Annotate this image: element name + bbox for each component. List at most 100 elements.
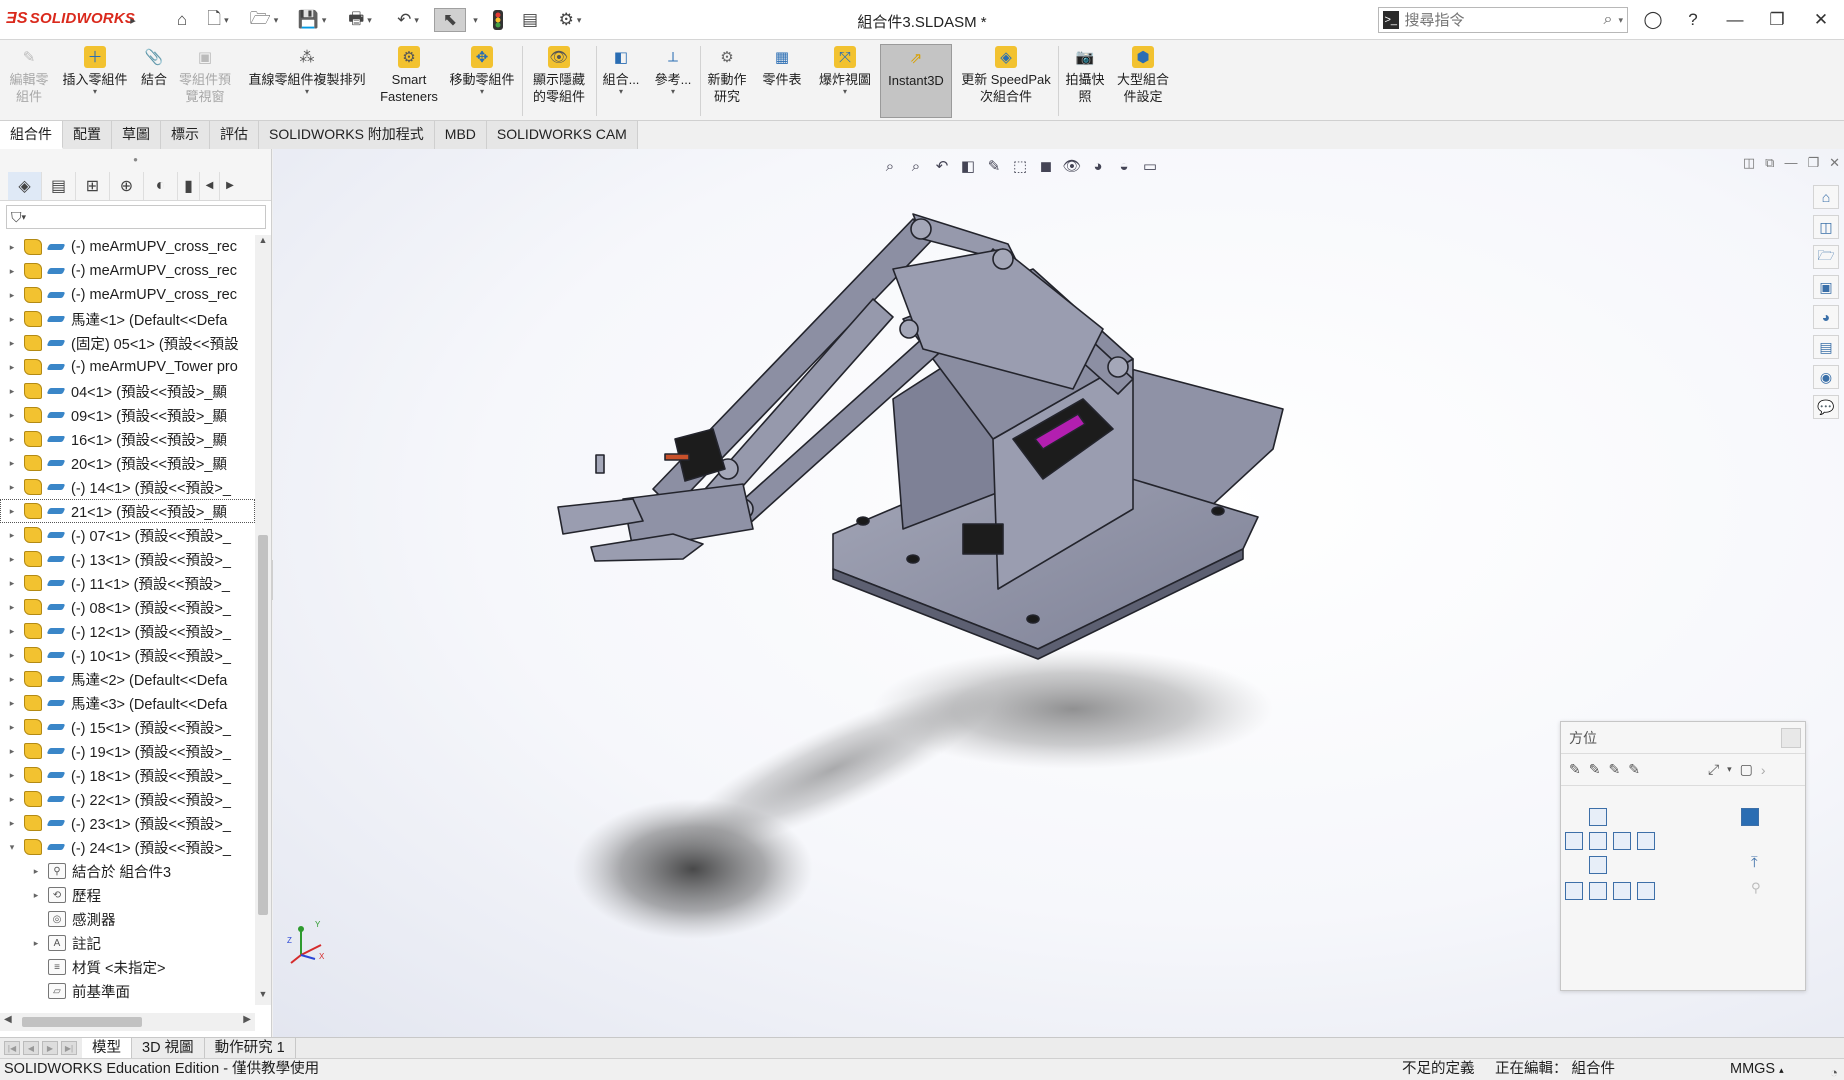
tree-component-row[interactable]: ▸ (-) 08<1> (預設<<預設>_ — [0, 595, 255, 619]
assembly-features-dropdown-icon[interactable]: ▾ — [619, 88, 623, 96]
select-dropdown-icon[interactable]: ▾ — [468, 8, 480, 32]
tree-node-row[interactable]: ≡ 材質 <未指定> — [0, 955, 255, 979]
expand-arrow-icon[interactable]: ▸ — [30, 866, 42, 877]
expand-arrow-icon[interactable]: ▸ — [6, 746, 18, 757]
tree-component-row[interactable]: ▸ 16<1> (預設<<預設>_顯 — [0, 427, 255, 451]
tree-node-row[interactable]: ▸ A 註記 — [0, 931, 255, 955]
expand-arrow-icon[interactable]: ▸ — [6, 458, 18, 469]
tree-component-row[interactable]: ▸ (-) 14<1> (預設<<預設>_ — [0, 475, 255, 499]
smart-fasteners-button[interactable]: ⚙ Smart Fasteners — [376, 44, 442, 118]
expand-arrow-icon[interactable]: › — [1761, 762, 1766, 778]
tree-node-row[interactable]: ▸ ⟲ 歷程 — [0, 883, 255, 907]
expand-arrow-icon[interactable]: ▸ — [6, 314, 18, 325]
expand-arrow-icon[interactable]: ▸ — [6, 266, 18, 277]
tab-evaluate[interactable]: 評估 — [210, 121, 259, 149]
tree-component-row[interactable]: ▸ (-) 10<1> (預設<<預設>_ — [0, 643, 255, 667]
file-properties-icon[interactable]: ▤ — [518, 8, 542, 32]
home-icon[interactable]: ⌂ — [168, 8, 196, 32]
expand-arrow-icon[interactable]: ▸ — [6, 602, 18, 613]
reference-geometry-button[interactable]: ⟂ 參考... ▾ — [650, 44, 696, 118]
chat-icon[interactable]: 💬 — [1813, 395, 1839, 419]
orientation-close-icon[interactable] — [1781, 728, 1801, 748]
tab-motion-study-1[interactable]: 動作研究 1 — [205, 1038, 296, 1058]
large-assembly-settings-button[interactable]: ⬢ 大型組合 件設定 — [1112, 44, 1174, 118]
new-document-button[interactable]: 🗋 ▾ — [200, 8, 236, 32]
assembly-features-button[interactable]: ◧ 組合... ▾ — [598, 44, 644, 118]
cam-manager-tab-icon[interactable]: ▮ — [178, 171, 200, 200]
tree-component-row[interactable]: ▸ (-) 07<1> (預設<<預設>_ — [0, 523, 255, 547]
back-view-icon[interactable] — [1637, 832, 1655, 850]
first-tab-icon[interactable]: |◀ — [4, 1041, 20, 1055]
solidworks-logo[interactable]: ƎS SOLIDWORKS — [6, 10, 135, 28]
edit-component-button[interactable]: ✎ 編輯零 組件 — [4, 44, 54, 118]
tree-component-row[interactable]: ▸ (-) meArmUPV_cross_rec — [0, 259, 255, 283]
tab-layout[interactable]: 配置 — [63, 121, 112, 149]
update-speedpak-button[interactable]: ◈ 更新 SpeedPak 次組合件 — [956, 44, 1056, 118]
file-explorer-icon[interactable]: 🗁 — [1813, 245, 1839, 269]
take-snapshot-button[interactable]: 📷 拍攝快照 — [1060, 44, 1110, 118]
appearances-icon[interactable]: ◕ — [1813, 305, 1839, 329]
expand-arrow-icon[interactable]: ▾ — [6, 842, 18, 853]
tree-component-row[interactable]: ▸ (-) 19<1> (預設<<預設>_ — [0, 739, 255, 763]
dimxpert-manager-tab-icon[interactable]: ⊕ — [110, 171, 144, 200]
options-gear-button[interactable]: ⚙ ▾ — [550, 8, 590, 32]
tree-component-row[interactable]: ▸ (-) 12<1> (預設<<預設>_ — [0, 619, 255, 643]
property-manager-tab-icon[interactable]: ▤ — [42, 171, 76, 200]
show-hidden-components-button[interactable]: 👁 顯示隱藏 的零組件 — [526, 44, 592, 118]
tree-node-row[interactable]: ▱ 前基準面 — [0, 979, 255, 1003]
move-component-dropdown-icon[interactable]: ▾ — [480, 88, 484, 96]
tree-component-row[interactable]: ▸ (-) meArmUPV_cross_rec — [0, 235, 255, 259]
expand-arrow-icon[interactable]: ▸ — [6, 650, 18, 661]
tab-scroll-left-icon[interactable]: ◀ — [200, 171, 220, 200]
tree-component-row[interactable]: ▸ (-) 15<1> (預設<<預設>_ — [0, 715, 255, 739]
expand-arrow-icon[interactable]: ▸ — [6, 674, 18, 685]
restore-window-button[interactable]: ❐ — [1762, 6, 1792, 34]
custom-properties-icon[interactable]: ▤ — [1813, 335, 1839, 359]
help-icon[interactable]: ? — [1678, 6, 1708, 34]
tab-assembly[interactable]: 組合件 — [0, 121, 63, 149]
display-manager-tab-icon[interactable]: ◐ — [144, 171, 178, 200]
linear-component-pattern-button[interactable]: ⁂ 直線零組件複製排列 ▾ — [240, 44, 374, 118]
tree-vertical-scrollbar[interactable]: ▲ ▼ — [255, 235, 271, 1005]
scroll-thumb[interactable] — [22, 1017, 142, 1027]
tree-node-row[interactable]: ◎ 感測器 — [0, 907, 255, 931]
feature-manager-tab-icon[interactable]: ◈ — [8, 171, 42, 200]
move-component-button[interactable]: ✥ 移動零組件 ▾ — [446, 44, 518, 118]
right-view-icon[interactable] — [1613, 832, 1631, 850]
rebuild-traffic-light-icon[interactable] — [488, 8, 508, 32]
mate-button[interactable]: 📎 結合 — [136, 44, 172, 118]
expand-arrow-icon[interactable]: ▸ — [6, 242, 18, 253]
prev-tab-icon[interactable]: ◀ — [23, 1041, 39, 1055]
tree-component-row[interactable]: ▸ 21<1> (預設<<預設>_顯 — [0, 499, 255, 523]
scroll-down-icon[interactable]: ▼ — [255, 989, 271, 1005]
reference-geometry-dropdown-icon[interactable]: ▾ — [671, 88, 675, 96]
tree-component-row[interactable]: ▸ 馬達<2> (Default<<Defa — [0, 667, 255, 691]
tree-filter-field[interactable]: ⛉ ▾ — [6, 205, 266, 229]
expand-arrow-icon[interactable]: ▸ — [30, 890, 42, 901]
save-button[interactable]: 💾 ▾ — [292, 8, 332, 32]
panel-grip[interactable]: ● — [0, 149, 271, 171]
expand-arrow-icon[interactable]: ▸ — [6, 362, 18, 373]
linear-pattern-dropdown-icon[interactable]: ▾ — [305, 88, 309, 96]
design-library-icon[interactable]: ◫ — [1813, 215, 1839, 239]
configuration-manager-tab-icon[interactable]: ⊞ — [76, 171, 110, 200]
normal-to-view-icon[interactable]: ⤒ — [1751, 854, 1758, 871]
search-icon[interactable]: ⌕ — [1604, 11, 1613, 29]
tab-markup[interactable]: 標示 — [161, 121, 210, 149]
expand-arrow-icon[interactable]: ▸ — [6, 434, 18, 445]
view-palette-icon[interactable]: ▣ — [1813, 275, 1839, 299]
insert-components-button[interactable]: ＋ 插入零組件 ▾ — [58, 44, 132, 118]
expand-arrow-icon[interactable]: ▸ — [6, 698, 18, 709]
tree-component-row[interactable]: ▸ (固定) 05<1> (預設<<預設 — [0, 331, 255, 355]
tree-component-row[interactable]: ▸ (-) 22<1> (預設<<預設>_ — [0, 787, 255, 811]
tree-node-row[interactable]: ▸ ⚲ 結合於 組合件3 — [0, 859, 255, 883]
expand-arrow-icon[interactable]: ▸ — [6, 770, 18, 781]
tree-component-row[interactable]: ▾ (-) 24<1> (預設<<預設>_ — [0, 835, 255, 859]
solidworks-resources-icon[interactable]: ⌂ — [1813, 185, 1839, 209]
reset-view-icon[interactable]: ✎ — [1608, 761, 1620, 778]
scroll-up-icon[interactable]: ▲ — [255, 235, 271, 251]
open-document-button[interactable]: 🗁 ▾ — [244, 8, 284, 32]
exploded-view-button[interactable]: ⤧ 爆炸視圖 ▾ — [812, 44, 878, 118]
scroll-right-icon[interactable]: ▶ — [243, 1014, 251, 1025]
command-search-input[interactable] — [1404, 11, 1604, 29]
